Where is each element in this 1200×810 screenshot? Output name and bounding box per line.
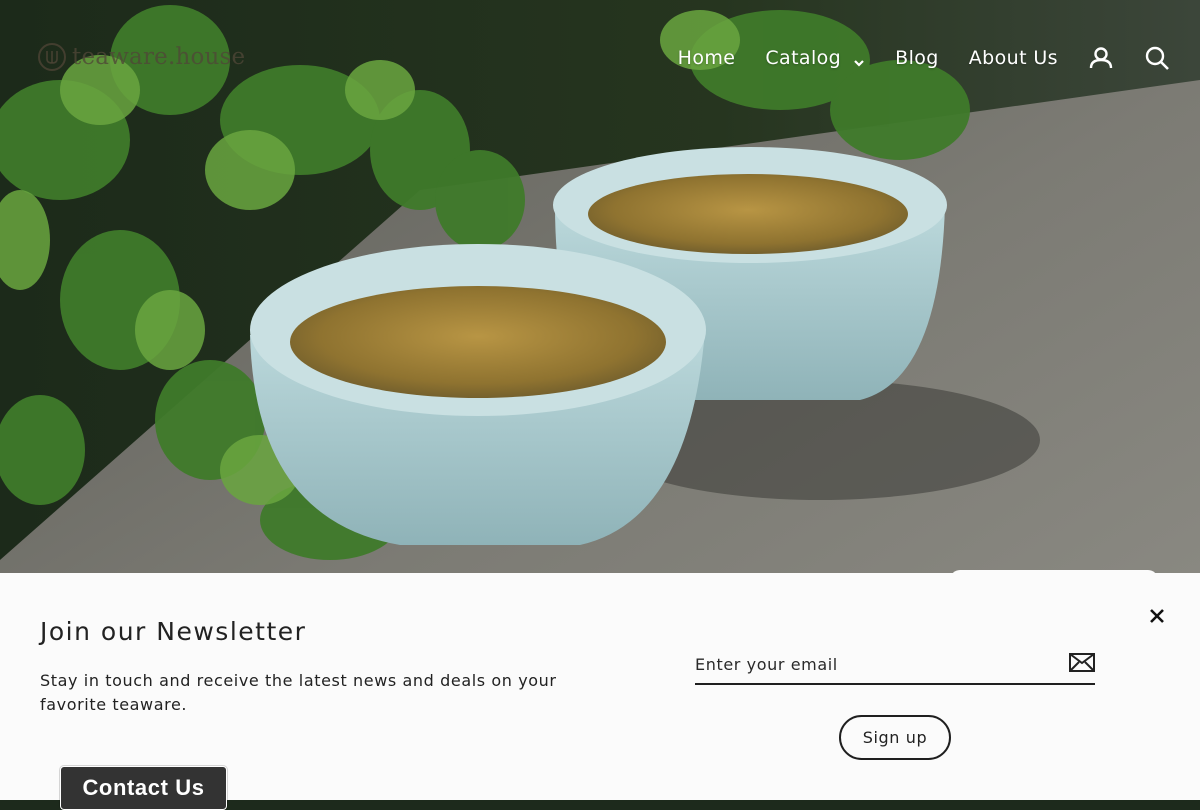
site-header: teaware.house Home Catalog Blog About Us <box>0 0 1200 116</box>
envelope-icon[interactable] <box>1069 651 1095 673</box>
nav-item-home[interactable]: Home <box>678 47 736 69</box>
account-icon[interactable] <box>1088 45 1114 71</box>
nav-item-catalog[interactable]: Catalog <box>765 47 865 69</box>
newsletter-title: Join our Newsletter <box>40 617 307 646</box>
nav-item-label: About Us <box>968 47 1058 69</box>
nav-item-about-us[interactable]: About Us <box>969 47 1058 69</box>
contact-us-button[interactable]: Contact Us <box>60 766 227 810</box>
main-nav: Home Catalog Blog About Us <box>678 40 1170 76</box>
nav-item-label: Catalog <box>765 47 842 69</box>
signup-button[interactable]: Sign up <box>839 715 951 760</box>
nav-item-blog[interactable]: Blog <box>895 47 939 69</box>
email-input[interactable] <box>695 647 1055 681</box>
teaware-logo-icon <box>38 43 66 71</box>
brand-name: teaware.house <box>72 44 246 70</box>
nav-item-label: Blog <box>895 47 939 69</box>
site-logo[interactable]: teaware.house <box>38 40 245 74</box>
chevron-down-icon <box>853 52 865 67</box>
search-icon[interactable] <box>1144 45 1170 71</box>
newsletter-description: Stay in touch and receive the latest new… <box>40 671 557 714</box>
nav-item-label: Home <box>677 47 736 69</box>
email-form <box>695 647 1095 685</box>
close-icon[interactable] <box>1147 606 1167 626</box>
